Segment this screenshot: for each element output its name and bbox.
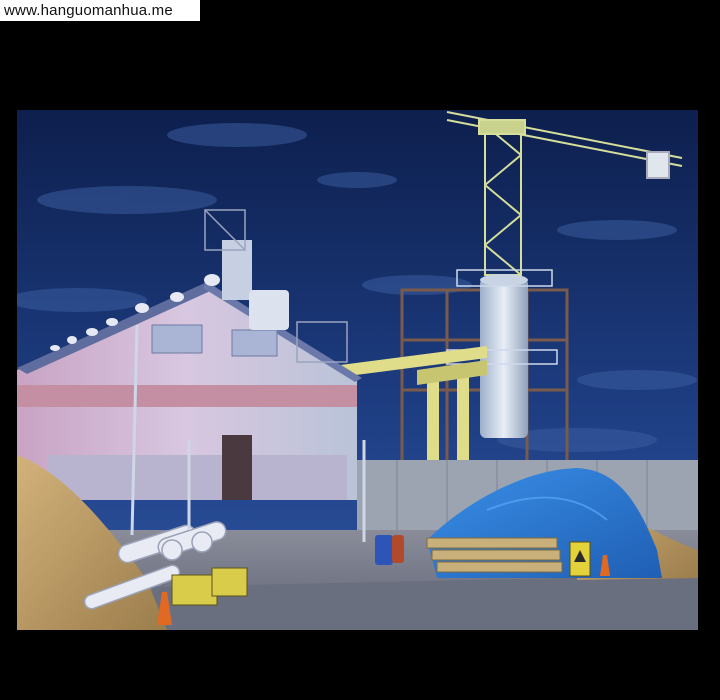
warning-sign-icon xyxy=(569,541,591,577)
construction-site-night-scene xyxy=(17,110,698,630)
barrels xyxy=(375,535,404,565)
lumber-stack xyxy=(426,537,563,573)
watermark: www.hanguomanhua.me xyxy=(0,0,200,21)
silo xyxy=(480,278,528,438)
